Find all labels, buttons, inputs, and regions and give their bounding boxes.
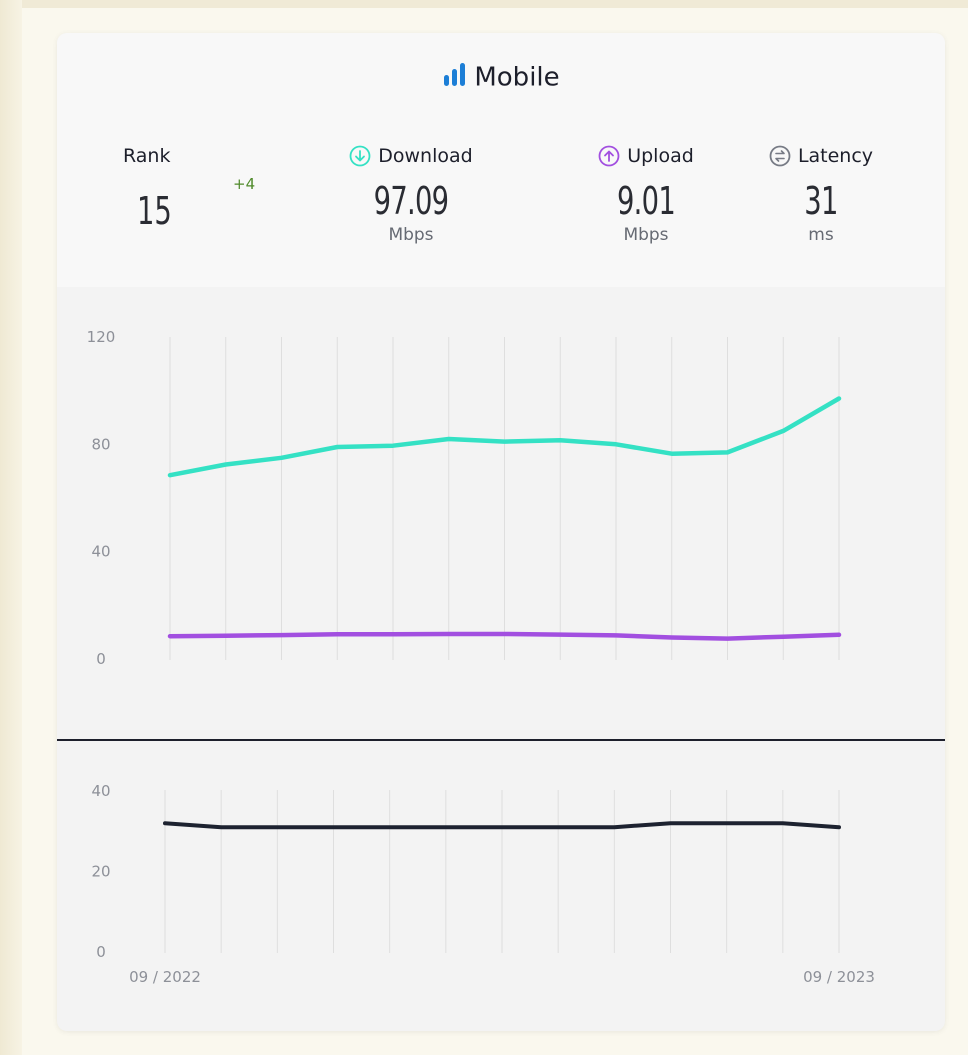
speed-charts: 120 80 40 0 40 20 0 09 / 2022 09 / 2023 [87,328,875,986]
chart1-y-tick-label: 0 [96,650,106,668]
chart1-y-tick-label: 80 [91,435,110,453]
x-tick-label-end: 09 / 2023 [803,968,875,986]
mobile-speed-card: Mobile Rank 15 +4 Download 97.09 Mbps Up… [57,33,945,1031]
background-top-strip [0,0,968,8]
chart1-y-tick-label: 120 [87,328,116,346]
chart2-y-tick-label: 0 [96,943,106,961]
x-tick-label-start: 09 / 2022 [129,968,201,986]
chart2-y-tick-label: 40 [91,782,110,800]
background-left-strip [0,0,22,1055]
chart2-y-tick-label: 20 [91,863,110,881]
chart1-y-tick-label: 40 [91,543,110,561]
